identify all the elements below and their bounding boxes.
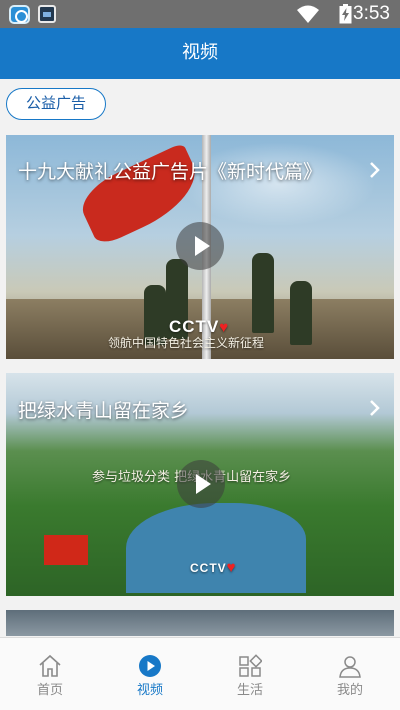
video-title: 把绿水青山留在家乡 (18, 400, 190, 422)
chevron-right-icon[interactable] (369, 161, 381, 179)
grid-icon (239, 654, 262, 677)
tab-video[interactable]: 视频 (100, 638, 200, 710)
tab-me[interactable]: 我的 (300, 638, 400, 710)
gallery-app-icon (38, 5, 56, 23)
title-bar: 视频 (0, 28, 400, 79)
video-card[interactable]: 十九大献礼公益广告片《新时代篇》 CCTV♥ 领航中国特色社会主义新征程 (6, 135, 394, 359)
tab-life[interactable]: 生活 (200, 638, 300, 710)
soldier-figure (290, 281, 312, 345)
video-title: 十九大献礼公益广告片《新时代篇》 (18, 161, 323, 183)
flag-image (44, 535, 88, 565)
tab-label: 生活 (236, 683, 263, 698)
video-card[interactable] (6, 610, 394, 636)
river-image (126, 503, 306, 593)
browser-app-icon (9, 5, 30, 24)
user-icon (339, 656, 361, 678)
status-time: 3:53 (353, 3, 390, 24)
play-button[interactable] (177, 460, 225, 508)
play-circle-icon (139, 655, 161, 677)
wifi-icon (297, 5, 319, 23)
play-button[interactable] (176, 222, 224, 270)
video-card[interactable]: 把绿水青山留在家乡 参与垃圾分类 把绿水青山留在家乡 CCTV♥ (6, 373, 394, 596)
battery-charging-icon (339, 4, 352, 24)
tab-home[interactable]: 首页 (0, 638, 100, 710)
category-chip-public-service-ads[interactable]: 公益广告 (6, 88, 106, 120)
page-title: 视频 (182, 42, 218, 63)
soldier-figure (252, 253, 274, 333)
cctv-logo: CCTV♥ (190, 559, 237, 576)
status-bar: 3:53 (0, 0, 400, 28)
chevron-right-icon[interactable] (369, 399, 381, 417)
tab-label: 我的 (336, 683, 363, 698)
tab-label: 视频 (136, 683, 163, 698)
video-caption: 领航中国特色社会主义新征程 (108, 336, 265, 350)
home-icon (39, 654, 61, 677)
tab-label: 首页 (36, 683, 63, 698)
bottom-tab-bar: 首页 视频 生活 我的 (0, 637, 400, 710)
